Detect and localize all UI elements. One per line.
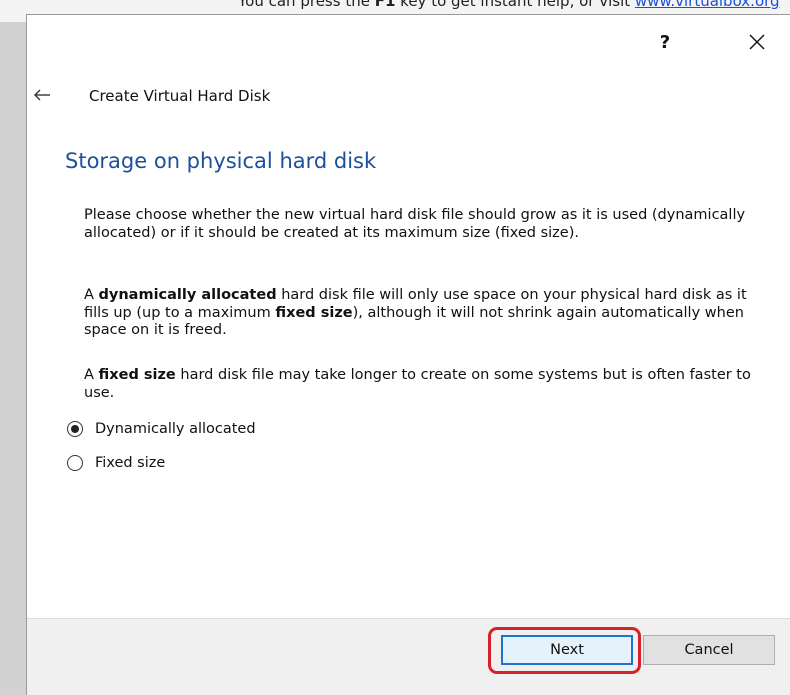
- page-heading: Storage on physical hard disk: [65, 149, 377, 173]
- help-link[interactable]: www.virtualbox.org: [635, 0, 780, 10]
- close-button[interactable]: [739, 27, 775, 57]
- radio-button-checked[interactable]: [67, 421, 83, 437]
- help-button[interactable]: ?: [647, 27, 683, 57]
- radio-fixed-size[interactable]: Fixed size: [67, 455, 165, 471]
- p3-prefix: A: [84, 367, 99, 383]
- p2-bold-fixed: fixed size: [275, 304, 353, 321]
- back-button[interactable]: [31, 83, 55, 107]
- help-key: F1: [374, 0, 396, 10]
- description-paragraph-1: Please choose whether the new virtual ha…: [84, 207, 746, 241]
- radio-dot: [71, 425, 79, 433]
- background-help-text: You can press the F1 key to get instant …: [238, 0, 780, 10]
- wizard-title: Create Virtual Hard Disk: [89, 87, 271, 105]
- background-window-edge: [0, 0, 26, 695]
- help-text-after: key to get instant help, or visit: [395, 0, 635, 10]
- p2-bold-dynamic: dynamically allocated: [98, 287, 277, 303]
- cancel-button[interactable]: Cancel: [643, 635, 775, 665]
- p3-bold-fixed: fixed size: [98, 367, 176, 383]
- help-text-before: You can press the: [238, 0, 375, 10]
- close-icon: [749, 34, 765, 50]
- radio-button-unchecked[interactable]: [67, 455, 83, 471]
- description-paragraph-2: A dynamically allocated hard disk file w…: [84, 287, 764, 340]
- back-arrow-icon: [34, 89, 50, 101]
- p3-suffix: hard disk file may take longer to create…: [84, 367, 751, 401]
- screen: You can press the F1 key to get instant …: [0, 0, 790, 695]
- button-bar: Next Cancel: [27, 618, 790, 695]
- p2-prefix: A: [84, 287, 99, 303]
- description-paragraph-3: A fixed size hard disk file may take lon…: [84, 367, 764, 402]
- next-button[interactable]: Next: [501, 635, 633, 665]
- radio-label: Dynamically allocated: [95, 421, 256, 437]
- radio-label: Fixed size: [95, 455, 166, 471]
- create-virtual-hard-disk-dialog: ? Create Virtual Hard Disk Storage on ph…: [26, 14, 790, 695]
- radio-dynamically-allocated[interactable]: Dynamically allocated: [67, 421, 256, 437]
